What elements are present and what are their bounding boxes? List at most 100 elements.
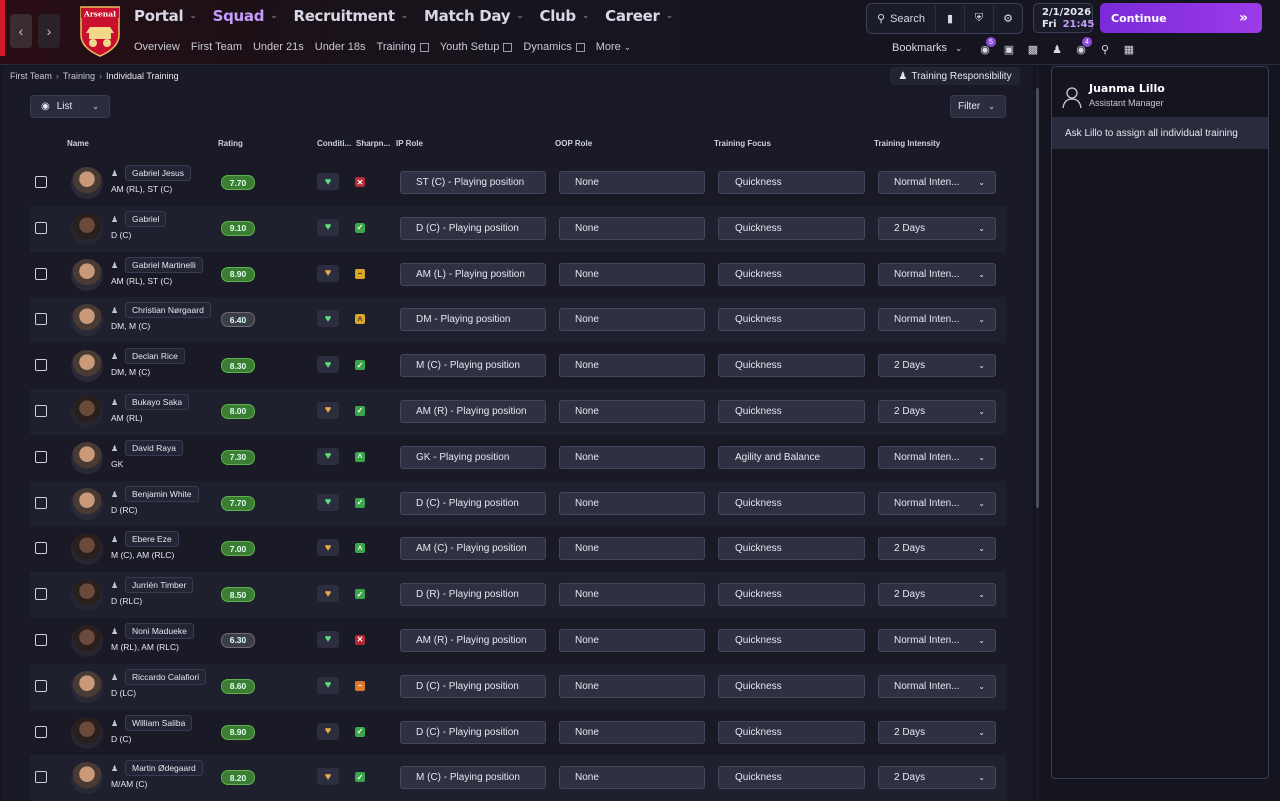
table-row[interactable]: ♟ Noni Madueke M (RL), AM (RLC) 6.30 ♥ ✕ AM (R… bbox=[30, 618, 1006, 664]
col-sharpness[interactable]: Sharpn... bbox=[356, 139, 390, 148]
player-avatar[interactable] bbox=[71, 167, 103, 199]
select-checkbox[interactable] bbox=[35, 496, 47, 509]
filter-dropdown[interactable]: Filter ⌄ bbox=[950, 95, 1006, 118]
table-row[interactable]: ♟ David Raya GK 7.30 ♥ ˄ GK - Playing position… bbox=[30, 435, 1006, 481]
training-focus-dropdown[interactable]: Quickness bbox=[718, 354, 865, 378]
training-focus-dropdown[interactable]: Quickness bbox=[718, 216, 865, 240]
training-focus-dropdown[interactable]: Quickness bbox=[718, 399, 865, 423]
assign-training-button[interactable]: Ask Lillo to assign all individual train… bbox=[1052, 117, 1268, 149]
club-crest-icon[interactable]: Arsenal bbox=[77, 5, 123, 57]
player-name[interactable]: Jurriën Timber bbox=[125, 577, 194, 594]
ip-role-dropdown[interactable]: AM (C) - Playing position bbox=[400, 537, 546, 561]
forward-button[interactable]: › bbox=[38, 14, 60, 48]
ip-role-dropdown[interactable]: D (R) - Playing position bbox=[400, 583, 546, 607]
ip-role-dropdown[interactable]: M (C) - Playing position bbox=[400, 766, 546, 790]
ip-role-dropdown[interactable]: GK - Playing position bbox=[400, 445, 546, 469]
training-intensity-dropdown[interactable]: 2 Days ⌄ bbox=[878, 766, 996, 790]
player-name[interactable]: Riccardo Calafiori bbox=[125, 668, 207, 685]
col-ip-role[interactable]: IP Role bbox=[396, 139, 423, 148]
select-checkbox[interactable] bbox=[35, 542, 47, 555]
staff-button[interactable]: ♟ bbox=[1045, 40, 1069, 58]
training-focus-dropdown[interactable]: Quickness bbox=[718, 674, 865, 698]
player-name[interactable]: Gabriel bbox=[125, 210, 167, 227]
player-avatar[interactable] bbox=[71, 579, 103, 612]
training-focus-dropdown[interactable]: Quickness bbox=[718, 766, 865, 790]
training-intensity-dropdown[interactable]: 2 Days ⌄ bbox=[878, 537, 996, 561]
bookmark-button[interactable]: ▮ bbox=[936, 5, 965, 32]
view-mode-dropdown[interactable]: ◉ List ⌄ bbox=[30, 95, 110, 118]
select-checkbox[interactable] bbox=[35, 725, 47, 738]
col-training-focus[interactable]: Training Focus bbox=[714, 139, 771, 148]
training-responsibility-button[interactable]: ♟ Training Responsibility bbox=[890, 67, 1020, 85]
player-name[interactable]: Bukayo Saka bbox=[125, 393, 190, 410]
submenu-youth-setup[interactable]: Youth Setup bbox=[440, 41, 513, 53]
training-intensity-dropdown[interactable]: 2 Days ⌄ bbox=[878, 583, 996, 607]
menu-squad[interactable]: Squad ⌄ bbox=[213, 7, 278, 25]
table-row[interactable]: ♟ Gabriel Martinelli AM (RL), ST (C) 8.90 ♥ –… bbox=[30, 252, 1006, 298]
training-intensity-dropdown[interactable]: Normal Inten... ⌄ bbox=[878, 171, 996, 194]
col-name[interactable]: Name bbox=[67, 139, 89, 148]
col-condition[interactable]: Conditi... bbox=[317, 139, 351, 148]
club-shield-button[interactable]: ⛨ bbox=[965, 5, 994, 32]
player-name[interactable]: David Raya bbox=[125, 439, 183, 456]
back-button[interactable]: ‹ bbox=[10, 14, 32, 48]
player-name[interactable]: Benjamin White bbox=[125, 485, 199, 502]
ip-role-dropdown[interactable]: D (C) - Playing position bbox=[400, 491, 546, 515]
table-row[interactable]: ♟ Benjamin White D (RC) 7.70 ♥ ✓ D (C) - Playi… bbox=[30, 480, 1006, 527]
oop-role-dropdown[interactable]: None bbox=[559, 308, 705, 332]
training-intensity-dropdown[interactable]: Normal Inten... ⌄ bbox=[878, 674, 996, 698]
player-avatar[interactable] bbox=[71, 762, 103, 795]
notifications-button[interactable]: ◉ 4 bbox=[1069, 37, 1093, 58]
player-avatar[interactable] bbox=[71, 533, 103, 566]
breadcrumb-training[interactable]: Training bbox=[63, 71, 95, 81]
oop-role-dropdown[interactable]: None bbox=[559, 537, 705, 561]
game-date[interactable]: 2/1/2026 Fri 21:45 bbox=[1033, 3, 1094, 33]
player-name[interactable]: Ebere Eze bbox=[125, 531, 179, 548]
ip-role-dropdown[interactable]: AM (L) - Playing position bbox=[400, 262, 546, 286]
training-focus-dropdown[interactable]: Quickness bbox=[718, 720, 865, 744]
table-row[interactable]: ♟ Ebere Eze M (C), AM (RLC) 7.00 ♥ ˄ AM (C) - … bbox=[30, 526, 1006, 572]
menu-match-day[interactable]: Match Day ⌄ bbox=[424, 7, 524, 25]
training-intensity-dropdown[interactable]: Normal Inten... ⌄ bbox=[878, 445, 996, 469]
training-focus-dropdown[interactable]: Quickness bbox=[718, 171, 865, 194]
player-avatar[interactable] bbox=[71, 487, 103, 520]
submenu-dynamics[interactable]: Dynamics bbox=[523, 41, 585, 53]
player-name[interactable]: William Saliba bbox=[125, 714, 193, 731]
submenu-under-18s[interactable]: Under 18s bbox=[315, 41, 366, 53]
player-avatar[interactable] bbox=[71, 395, 103, 428]
oop-role-dropdown[interactable]: None bbox=[559, 674, 705, 698]
player-avatar[interactable] bbox=[71, 350, 103, 383]
ip-role-dropdown[interactable]: AM (R) - Playing position bbox=[400, 399, 546, 423]
select-checkbox[interactable] bbox=[35, 359, 47, 372]
table-row[interactable]: ♟ Jurriën Timber D (RLC) 8.50 ♥ ✓ D (R) - Play… bbox=[30, 572, 1006, 618]
training-focus-dropdown[interactable]: Quickness bbox=[718, 537, 865, 561]
oop-role-dropdown[interactable]: None bbox=[559, 628, 705, 652]
select-checkbox[interactable] bbox=[35, 313, 47, 326]
settings-button[interactable]: ⚙ bbox=[994, 5, 1022, 32]
menu-club[interactable]: Club ⌄ bbox=[540, 7, 590, 25]
training-intensity-dropdown[interactable]: 2 Days ⌄ bbox=[878, 354, 996, 378]
oop-role-dropdown[interactable]: None bbox=[559, 354, 705, 378]
player-avatar[interactable] bbox=[71, 670, 103, 703]
training-focus-dropdown[interactable]: Quickness bbox=[718, 583, 865, 607]
training-focus-dropdown[interactable]: Quickness bbox=[718, 262, 865, 286]
oop-role-dropdown[interactable]: None bbox=[559, 766, 705, 790]
select-checkbox[interactable] bbox=[35, 679, 47, 692]
ip-role-dropdown[interactable]: AM (R) - Playing position bbox=[400, 628, 546, 652]
submenu-under-21s[interactable]: Under 21s bbox=[253, 41, 304, 53]
continue-button[interactable]: Continue » bbox=[1100, 3, 1262, 33]
table-row[interactable]: ♟ William Saliba D (C) 8.90 ♥ ✓ D (C) - Playin… bbox=[30, 710, 1006, 756]
training-focus-dropdown[interactable]: Quickness bbox=[718, 491, 865, 515]
table-row[interactable]: ♟ Gabriel Jesus AM (RL), ST (C) 7.70 ♥ ✕ ST (C… bbox=[30, 160, 1006, 206]
player-name[interactable]: Declan Rice bbox=[125, 348, 185, 365]
oop-role-dropdown[interactable]: None bbox=[559, 171, 705, 194]
training-focus-dropdown[interactable]: Quickness bbox=[718, 308, 865, 332]
col-oop-role[interactable]: OOP Role bbox=[555, 139, 592, 148]
menu-career[interactable]: Career ⌄ bbox=[605, 7, 673, 25]
training-focus-dropdown[interactable]: Quickness bbox=[718, 628, 865, 652]
submenu-overview[interactable]: Overview bbox=[134, 41, 180, 53]
submenu-training[interactable]: Training bbox=[377, 41, 429, 53]
bookmarks-dropdown[interactable]: Bookmarks ⌄ bbox=[892, 42, 963, 54]
oop-role-dropdown[interactable]: None bbox=[559, 399, 705, 423]
calendar-button[interactable]: ▦ bbox=[1117, 40, 1141, 58]
